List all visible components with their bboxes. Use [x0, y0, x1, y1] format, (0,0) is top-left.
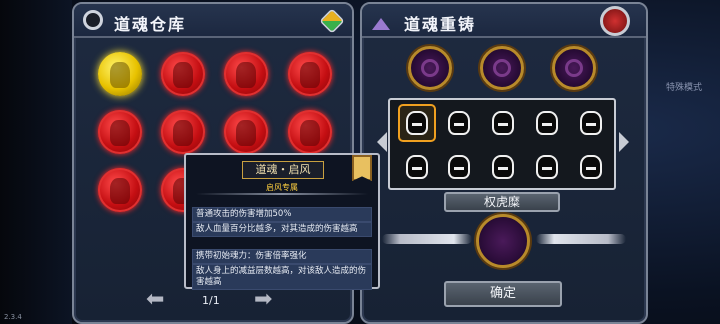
- shop-cube-icon[interactable]: [319, 8, 345, 34]
- grid-right-arrow-icon[interactable]: [619, 132, 629, 152]
- left-edge-decoration: [0, 0, 72, 324]
- settings-ring-icon[interactable]: [83, 10, 103, 30]
- soul-tooltip: 道魂・启风 启风专属 普通攻击的伤害增加50% 敌人血量百分比越多，对其造成的伤…: [184, 153, 380, 290]
- warehouse-title: 道魂仓库: [114, 15, 187, 34]
- reforge-title: 道魂重铸: [404, 15, 477, 34]
- tooltip-effect: 敌人血量百分比越多，对其造成的伤害越高: [192, 222, 372, 237]
- soul-orb[interactable]: [224, 52, 268, 96]
- tooltip-effect: 携带初始魂力：伤害倍率强化: [192, 249, 372, 264]
- next-page-arrow-icon[interactable]: ➡: [254, 289, 272, 311]
- soul-orb[interactable]: [161, 110, 205, 154]
- reforge-slot-3[interactable]: [552, 46, 596, 90]
- tooltip-effect: 普通攻击的伤害增加50%: [192, 207, 372, 222]
- soul-orb[interactable]: [98, 110, 142, 154]
- reforge-slot-1[interactable]: [408, 46, 452, 90]
- character-name-plate: 权虎糜: [444, 192, 560, 212]
- ornament-left: [382, 234, 472, 244]
- character-portrait-selected[interactable]: [398, 104, 436, 142]
- soul-orb[interactable]: [288, 110, 332, 154]
- soul-orb[interactable]: [224, 110, 268, 154]
- version-label: 2.3.4: [4, 313, 22, 321]
- character-portrait[interactable]: [442, 150, 476, 184]
- character-portrait[interactable]: [530, 106, 564, 140]
- page-indicator: 1/1: [202, 294, 220, 307]
- tooltip-divider: [196, 193, 368, 195]
- prev-page-arrow-icon[interactable]: ⬅: [146, 289, 164, 311]
- character-grid: [388, 98, 616, 190]
- forge-icon: [372, 10, 390, 30]
- character-portrait[interactable]: [400, 150, 434, 184]
- soul-orb[interactable]: [98, 168, 142, 212]
- character-portrait[interactable]: [486, 150, 520, 184]
- tooltip-title: 道魂・启风: [242, 161, 324, 179]
- character-portrait[interactable]: [530, 150, 564, 184]
- soul-orb-selected[interactable]: [98, 52, 142, 96]
- soul-orb[interactable]: [161, 52, 205, 96]
- grid-left-arrow-icon[interactable]: [377, 132, 387, 152]
- soul-orb[interactable]: [288, 52, 332, 96]
- confirm-button[interactable]: 确定: [444, 281, 562, 307]
- gear-badge-icon: [352, 155, 372, 181]
- character-portrait[interactable]: [574, 106, 608, 140]
- mode-label: 特殊模式: [666, 83, 703, 93]
- character-portrait[interactable]: [574, 150, 608, 184]
- reforge-result-orb[interactable]: [476, 214, 530, 268]
- tooltip-effect: 敌人身上的减益层数越高，对该敌人造成的伤害越高: [192, 264, 372, 290]
- character-portrait[interactable]: [442, 106, 476, 140]
- back-arrow-icon[interactable]: [600, 6, 630, 36]
- warehouse-header: 道魂仓库: [74, 4, 352, 38]
- reforge-slot-2[interactable]: [480, 46, 524, 90]
- tooltip-subtitle: 启风专属: [266, 183, 298, 192]
- character-portrait[interactable]: [486, 106, 520, 140]
- ornament-right: [536, 234, 626, 244]
- reforge-header: 道魂重铸: [362, 4, 646, 38]
